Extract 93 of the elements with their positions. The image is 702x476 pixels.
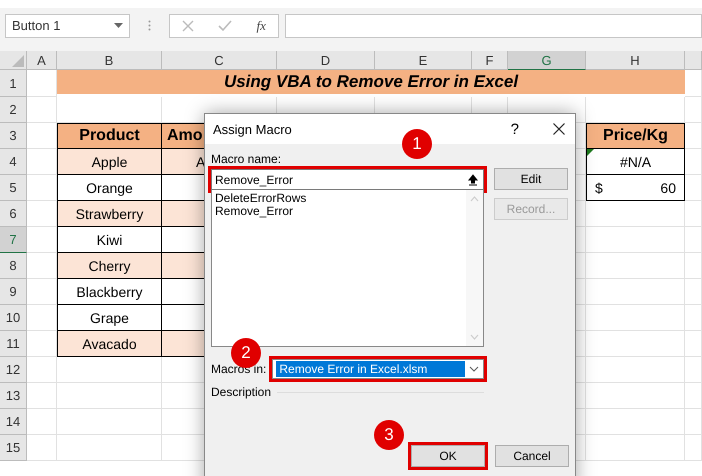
row-header[interactable]: 14 bbox=[0, 409, 27, 435]
column-header[interactable]: F bbox=[472, 51, 508, 70]
sheet-cell[interactable] bbox=[57, 435, 162, 461]
row-header[interactable]: 6 bbox=[0, 201, 27, 227]
macro-list[interactable]: DeleteErrorRows Remove_Error bbox=[211, 190, 484, 347]
macro-list-item[interactable]: DeleteErrorRows bbox=[215, 192, 306, 205]
sheet-cell[interactable] bbox=[685, 305, 702, 331]
triangle-icon[interactable] bbox=[12, 55, 24, 67]
table-cell: Blackberry bbox=[57, 279, 162, 305]
column-header[interactable]: E bbox=[375, 51, 472, 70]
cancel-icon[interactable] bbox=[182, 20, 194, 32]
row-header[interactable]: 2 bbox=[0, 97, 27, 123]
macro-list-item[interactable]: Remove_Error bbox=[215, 205, 306, 218]
check-icon[interactable] bbox=[218, 20, 232, 32]
grip-icon bbox=[148, 20, 151, 31]
step-badge: 3 bbox=[374, 420, 404, 450]
scrollbar[interactable] bbox=[466, 190, 483, 346]
scroll-down-icon[interactable] bbox=[470, 334, 479, 340]
row-header[interactable]: 1 bbox=[0, 70, 27, 97]
row-header[interactable]: 7 bbox=[0, 227, 27, 253]
column-header[interactable]: C bbox=[162, 51, 277, 70]
sheet-cell[interactable] bbox=[586, 331, 685, 357]
ok-button[interactable]: OK bbox=[411, 445, 485, 467]
column-header[interactable] bbox=[685, 51, 702, 70]
sheet-cell[interactable] bbox=[685, 383, 702, 409]
sheet-cell[interactable] bbox=[586, 435, 685, 461]
caret-icon[interactable] bbox=[469, 366, 479, 372]
column-header[interactable]: A bbox=[27, 51, 57, 70]
row-header[interactable]: 8 bbox=[0, 253, 27, 279]
sheet-cell[interactable] bbox=[586, 227, 685, 253]
column-heading: Price/Kg bbox=[586, 123, 685, 149]
sheet-cell[interactable] bbox=[27, 383, 57, 409]
row-header[interactable]: 13 bbox=[0, 383, 27, 409]
cancel-button[interactable]: Cancel bbox=[495, 445, 569, 467]
table-cell: #N/A bbox=[620, 154, 652, 170]
dropdown-caret-icon bbox=[114, 23, 123, 28]
step-badge: 1 bbox=[402, 129, 432, 159]
row-header[interactable]: 12 bbox=[0, 357, 27, 383]
sheet-cell[interactable] bbox=[685, 435, 702, 461]
sheet-cell[interactable] bbox=[57, 409, 162, 435]
insert-function-button[interactable]: fx bbox=[256, 18, 266, 34]
sheet-cell[interactable] bbox=[27, 97, 57, 123]
column-header[interactable]: B bbox=[57, 51, 162, 70]
formula-bar[interactable] bbox=[285, 14, 702, 38]
sheet-title: Using VBA to Remove Error in Excel bbox=[57, 70, 685, 97]
sheet-cell[interactable] bbox=[586, 305, 685, 331]
sheet-cell[interactable] bbox=[27, 357, 57, 383]
table-cell: 60 bbox=[660, 180, 676, 196]
sheet-cell[interactable] bbox=[685, 97, 702, 123]
close-icon[interactable] bbox=[553, 123, 565, 135]
row-header[interactable]: 4 bbox=[0, 149, 27, 175]
column-heading: Product bbox=[57, 123, 162, 149]
sheet-cell[interactable] bbox=[685, 357, 702, 383]
sheet-cell[interactable] bbox=[685, 409, 702, 435]
row-header[interactable]: 10 bbox=[0, 305, 27, 331]
column-header[interactable]: D bbox=[277, 51, 375, 70]
sheet-cell[interactable] bbox=[586, 409, 685, 435]
currency-symbol: $ bbox=[595, 180, 603, 196]
scroll-up-icon[interactable] bbox=[470, 196, 479, 202]
table-cell: Kiwi bbox=[57, 227, 162, 253]
sheet-cell[interactable] bbox=[586, 383, 685, 409]
sheet-cell[interactable] bbox=[586, 279, 685, 305]
sheet-cell[interactable] bbox=[685, 331, 702, 357]
description-label: Description bbox=[211, 385, 272, 399]
sheet-cell[interactable] bbox=[685, 227, 702, 253]
sheet-cell[interactable] bbox=[27, 435, 57, 461]
help-button[interactable]: ? bbox=[510, 120, 519, 138]
row-header[interactable]: 15 bbox=[0, 435, 27, 461]
row-header[interactable]: 11 bbox=[0, 331, 27, 357]
table-cell: Apple bbox=[57, 149, 162, 175]
sheet-cell[interactable] bbox=[586, 357, 685, 383]
macros-in-dropdown[interactable]: Remove Error in Excel.xlsm bbox=[272, 359, 484, 379]
sheet-cell[interactable] bbox=[685, 279, 702, 305]
column-header[interactable]: G bbox=[508, 51, 586, 70]
table-cell: Grape bbox=[57, 305, 162, 331]
dialog-button[interactable]: Edit bbox=[494, 168, 568, 190]
row-header[interactable]: 9 bbox=[0, 279, 27, 305]
sheet-cell[interactable] bbox=[27, 409, 57, 435]
sheet-cell[interactable] bbox=[685, 201, 702, 227]
collapse-icon[interactable] bbox=[466, 172, 480, 186]
table-cell: Avacado bbox=[57, 331, 162, 357]
row-header[interactable]: 5 bbox=[0, 175, 27, 201]
sheet-cell[interactable] bbox=[685, 253, 702, 279]
macro-name-field[interactable]: Remove_Error bbox=[211, 169, 484, 190]
table-cell: Strawberry bbox=[57, 201, 162, 227]
sheet-cell[interactable] bbox=[57, 383, 162, 409]
row-header[interactable]: 3 bbox=[0, 123, 27, 149]
sheet-cell[interactable] bbox=[586, 253, 685, 279]
column-header[interactable]: H bbox=[586, 51, 685, 70]
table-cell: Cherry bbox=[57, 253, 162, 279]
name-box[interactable]: Button 1 bbox=[5, 14, 130, 38]
select-all-corner[interactable] bbox=[0, 51, 27, 70]
table-cell: Orange bbox=[57, 175, 162, 201]
